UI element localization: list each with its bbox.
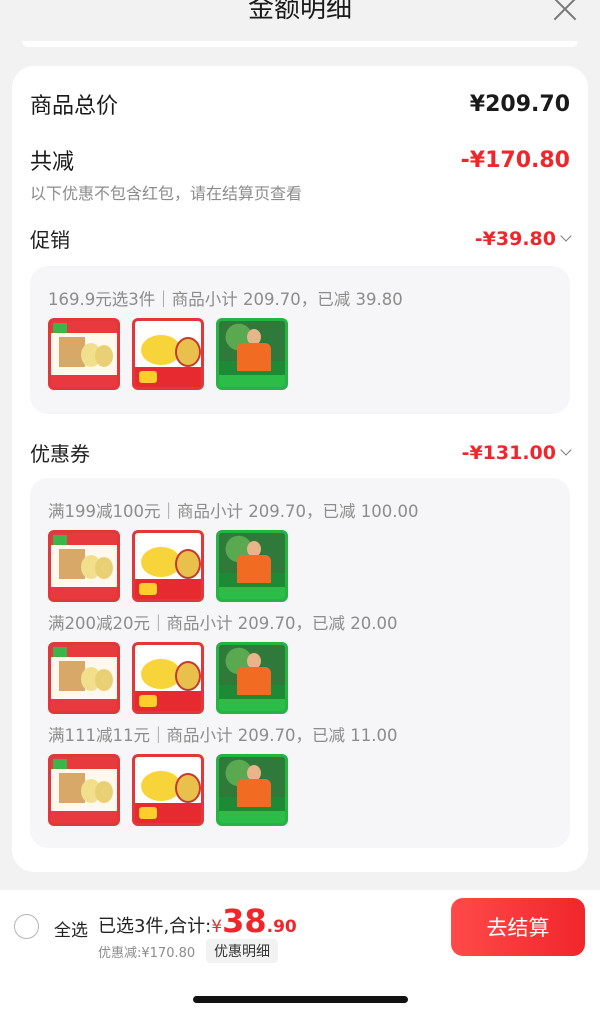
chevron-down-icon [560, 444, 572, 456]
bottom-bar: 全选 已选3件,合计: ¥ 38 .90 优惠减:¥170.80 优惠明细 去结… [0, 890, 600, 1014]
coupon-thumbs [48, 530, 288, 602]
total-currency: ¥ [211, 917, 223, 937]
total-decimal: .90 [266, 917, 297, 937]
promotion-label: 促销 [30, 228, 70, 252]
coupon-condition: 满199减100元｜商品小计 209.70，已减 100.00 [48, 502, 419, 521]
coupon-condition: 满200减20元｜商品小计 209.70，已减 20.00 [48, 614, 398, 633]
checkout-button[interactable]: 去结算 [451, 898, 585, 956]
coupon-amount[interactable]: -¥131.00 [461, 441, 572, 464]
promotion-amount[interactable]: -¥39.80 [474, 227, 572, 250]
promotion-row[interactable]: 促销 -¥39.80 [30, 224, 572, 253]
promotion-panel: 169.9元选3件｜商品小计 209.70，已减 39.80 [30, 266, 570, 414]
product-thumb[interactable] [216, 318, 288, 390]
total-price-label: 商品总价 [30, 94, 119, 119]
promotion-thumbs [48, 318, 288, 390]
amount-detail-card: 商品总价 ¥209.70 共减 -¥170.80 以下优惠不包含红包，请在结算页… [12, 66, 588, 872]
product-thumb[interactable] [216, 754, 288, 826]
coupon-condition: 满111减11元｜商品小计 209.70，已减 11.00 [48, 726, 398, 745]
chevron-down-icon [560, 230, 572, 242]
coupon-thumbs [48, 754, 288, 826]
coupon-row[interactable]: 优惠券 -¥131.00 [30, 438, 572, 467]
select-all-label[interactable]: 全选 [54, 916, 88, 941]
product-thumb[interactable] [48, 754, 120, 826]
product-thumb[interactable] [132, 754, 204, 826]
home-indicator [193, 996, 408, 1003]
discount-detail-button[interactable]: 优惠明细 [206, 939, 278, 963]
sheet-header: 金额明细 [0, 0, 600, 48]
selected-count-text: 已选3件,合计: [98, 916, 212, 937]
product-thumb[interactable] [48, 318, 120, 390]
header-divider [22, 41, 578, 47]
coupon-label: 优惠券 [30, 442, 90, 466]
select-all-radio[interactable] [14, 914, 39, 939]
total-discount-row: 共减 -¥170.80 [30, 144, 570, 176]
sheet-title: 金额明细 [247, 0, 352, 24]
total-discount-label: 共减 [30, 150, 75, 175]
product-thumb[interactable] [48, 642, 120, 714]
coupon-amount-text: -¥131.00 [461, 441, 556, 464]
total-price-row: 商品总价 ¥209.70 [30, 88, 570, 120]
discount-summary: 优惠减:¥170.80 [98, 946, 196, 961]
order-total: 已选3件,合计: ¥ 38 .90 [98, 902, 297, 940]
product-thumb[interactable] [216, 530, 288, 602]
total-price-value: ¥209.70 [469, 91, 570, 117]
total-discount-value: -¥170.80 [460, 147, 570, 173]
total-integer: 38 [222, 902, 267, 940]
discount-note: 以下优惠不包含红包，请在结算页查看 [30, 184, 303, 203]
promotion-amount-text: -¥39.80 [474, 227, 556, 250]
product-thumb[interactable] [132, 318, 204, 390]
product-thumb[interactable] [132, 530, 204, 602]
product-thumb[interactable] [132, 642, 204, 714]
product-thumb[interactable] [48, 530, 120, 602]
coupon-panel: 满199减100元｜商品小计 209.70，已减 100.00 满200减20元… [30, 478, 570, 848]
product-thumb[interactable] [216, 642, 288, 714]
coupon-thumbs [48, 642, 288, 714]
close-icon[interactable] [550, 0, 580, 24]
promotion-condition: 169.9元选3件｜商品小计 209.70，已减 39.80 [48, 290, 403, 309]
